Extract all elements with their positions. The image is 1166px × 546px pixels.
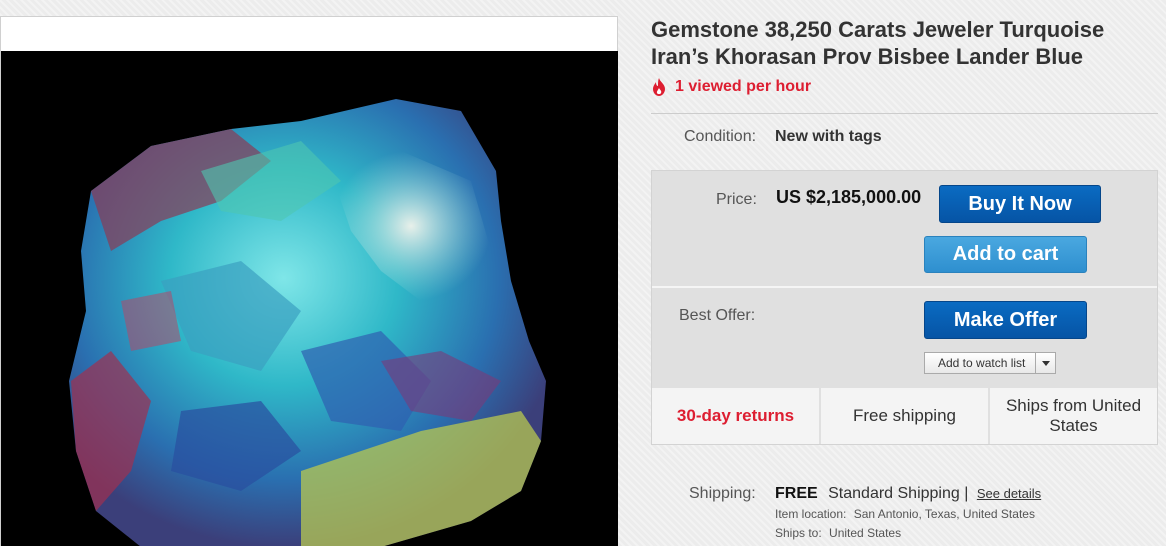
viewed-text: 1 viewed per hour [675, 78, 812, 95]
ships-to-value: United States [829, 526, 902, 540]
ships-to: Ships to: United States [775, 526, 901, 540]
watch-list-control[interactable]: Add to watch list [924, 352, 1057, 374]
add-to-watch-list-button[interactable]: Add to watch list [925, 353, 1037, 373]
feature-strip: 30-day returns Free shipping Ships from … [652, 388, 1157, 444]
shipping-free: FREE [775, 485, 818, 502]
product-image[interactable] [1, 51, 618, 546]
condition-value: New with tags [775, 128, 882, 145]
item-location: Item location: San Antonio, Texas, Unite… [775, 507, 1035, 521]
watch-list-dropdown[interactable] [1036, 353, 1055, 373]
shipping-label: Shipping: [689, 485, 756, 502]
viewed-indicator: 1 viewed per hour [651, 78, 811, 96]
item-location-label: Item location: [775, 507, 847, 521]
shipping-summary: FREE Standard Shipping | See details [775, 485, 1041, 503]
turquoise-stone-image [69, 99, 546, 546]
see-details-link[interactable]: See details [977, 486, 1041, 501]
feature-ships-from: Ships from United States [1005, 396, 1142, 435]
feature-free-shipping: Free shipping [821, 388, 990, 444]
condition-label: Condition: [684, 128, 757, 145]
item-location-value: San Antonio, Texas, United States [853, 507, 1035, 521]
buybox-separator [652, 286, 1157, 288]
flame-icon [653, 78, 665, 96]
title-divider [651, 113, 1158, 114]
price-value: US $2,185,000.00 [776, 187, 922, 207]
ships-to-label: Ships to: [775, 526, 822, 540]
product-image-panel [0, 16, 618, 546]
listing-title: Gemstone 38,250 Carats Jeweler Turquoise… [651, 17, 1105, 69]
buy-it-now-button[interactable]: Buy It Now [939, 185, 1101, 223]
image-panel-header [1, 17, 617, 51]
make-offer-button[interactable]: Make Offer [924, 301, 1087, 339]
buy-box: Price: US $2,185,000.00 Buy It Now Add t… [651, 170, 1158, 445]
add-to-cart-button[interactable]: Add to cart [924, 236, 1087, 273]
chevron-down-icon [1041, 360, 1050, 366]
shipping-method: Standard Shipping | [828, 485, 969, 502]
best-offer-label: Best Offer: [679, 307, 756, 324]
price-label: Price: [716, 191, 757, 208]
feature-returns: 30-day returns [652, 388, 821, 444]
